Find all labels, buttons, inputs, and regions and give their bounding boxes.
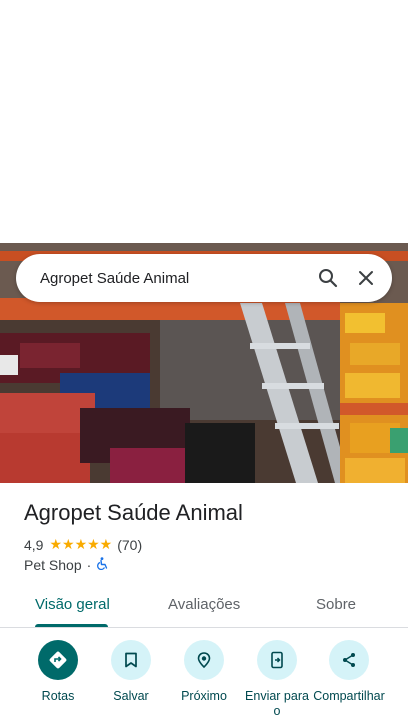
tab-bar: Visão geral Avaliações Sobre	[0, 586, 408, 628]
nearby-label: Próximo	[181, 689, 227, 703]
send-to-phone-button[interactable]: Enviar para o	[237, 640, 317, 719]
tab-overview[interactable]: Visão geral	[35, 596, 110, 613]
directions-button[interactable]: Rotas	[18, 640, 98, 704]
tab-about[interactable]: Sobre	[316, 596, 356, 613]
search-bar[interactable]: Agropet Saúde Animal	[16, 254, 392, 302]
share-icon[interactable]	[329, 640, 369, 680]
active-tab-indicator	[35, 624, 108, 627]
send-to-phone-icon[interactable]	[257, 640, 297, 680]
star-rating: ★★★★★	[49, 536, 113, 552]
place-category: Pet Shop	[24, 557, 82, 573]
directions-label: Rotas	[41, 689, 75, 703]
close-icon[interactable]	[354, 266, 378, 290]
action-bar: Rotas Salvar Próximo Enviar para o Compa…	[0, 640, 408, 726]
tab-reviews[interactable]: Avaliações	[168, 596, 240, 613]
share-button[interactable]: Compartilhar	[309, 640, 389, 704]
nearby-icon[interactable]	[184, 640, 224, 680]
nearby-button[interactable]: Próximo	[164, 640, 244, 704]
save-button[interactable]: Salvar	[91, 640, 171, 704]
map-blank-area	[0, 0, 408, 243]
send-to-phone-label: Enviar para o	[245, 689, 309, 718]
review-count[interactable]: (70)	[117, 537, 142, 553]
separator-dot: ·	[86, 557, 92, 573]
search-query[interactable]: Agropet Saúde Animal	[40, 270, 316, 287]
directions-icon[interactable]	[38, 640, 78, 680]
rating-value: 4,9	[24, 536, 44, 553]
share-label: Compartilhar	[313, 689, 385, 703]
save-label: Salvar	[113, 689, 149, 703]
category-row: Pet Shop ·	[24, 557, 109, 573]
place-title: Agropet Saúde Animal	[24, 500, 243, 525]
rating-row[interactable]: 4,9 ★★★★★ (70)	[24, 536, 142, 553]
wheelchair-icon	[96, 557, 109, 573]
search-icon[interactable]	[316, 266, 340, 290]
bookmark-icon[interactable]	[111, 640, 151, 680]
